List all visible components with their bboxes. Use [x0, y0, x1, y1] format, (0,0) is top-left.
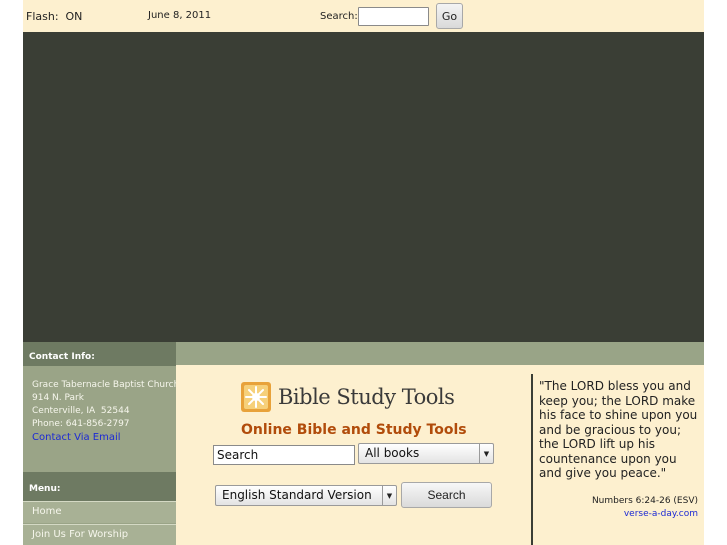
sidebar: Contact Info: Grace Tabernacle Baptist C… [23, 342, 180, 545]
contact-email-link[interactable]: Contact Via Email [32, 431, 176, 444]
menu-item-home[interactable]: Home [23, 501, 176, 523]
bible-search-button[interactable]: Search [401, 482, 492, 508]
logo-text: Bible Study Tools [278, 385, 455, 409]
verse-text: "The LORD bless you and keep you; the LO… [539, 379, 698, 480]
contact-header: Contact Info: [23, 342, 176, 366]
contact-info: Grace Tabernacle Baptist Church 914 N. P… [23, 366, 180, 444]
menu-header: Menu: [23, 472, 176, 501]
bible-study-tools-logo[interactable]: Bible Study Tools [238, 379, 455, 415]
sun-star-icon [241, 382, 271, 412]
triangle-down-icon: ▼ [382, 486, 396, 505]
verse-source-link[interactable]: verse-a-day.com [624, 509, 698, 519]
church-address: 914 N. Park [32, 393, 84, 403]
current-date: June 8, 2011 [148, 10, 212, 21]
site-search-input[interactable] [358, 7, 429, 26]
church-city: Centerville, IA 52544 [32, 406, 130, 416]
version-select[interactable]: English Standard Version ▼ [215, 485, 397, 506]
bible-search-input[interactable]: Search [213, 445, 355, 465]
main-content: Bible Study Tools Online Bible and Study… [176, 365, 704, 545]
flash-status: Flash: ON [26, 10, 83, 23]
books-select[interactable]: All books ▼ [358, 443, 494, 464]
flash-content-area [23, 32, 704, 342]
search-label: Search: [320, 11, 358, 22]
content-header-strip [176, 342, 704, 365]
menu-item-worship[interactable]: Join Us For Worship [23, 524, 176, 545]
church-name: Grace Tabernacle Baptist Church [32, 380, 180, 390]
triangle-down-icon: ▼ [479, 444, 493, 463]
version-selected-value: English Standard Version [222, 488, 372, 502]
books-selected-value: All books [365, 446, 420, 460]
column-divider [531, 374, 533, 545]
go-button[interactable]: Go [436, 3, 463, 29]
top-bar: Flash: ON June 8, 2011 Search: Go [23, 0, 704, 32]
tagline: Online Bible and Study Tools [241, 422, 467, 438]
verse-reference: Numbers 6:24-26 (ESV) [591, 496, 698, 506]
church-phone: Phone: 641-856-2797 [32, 419, 130, 429]
